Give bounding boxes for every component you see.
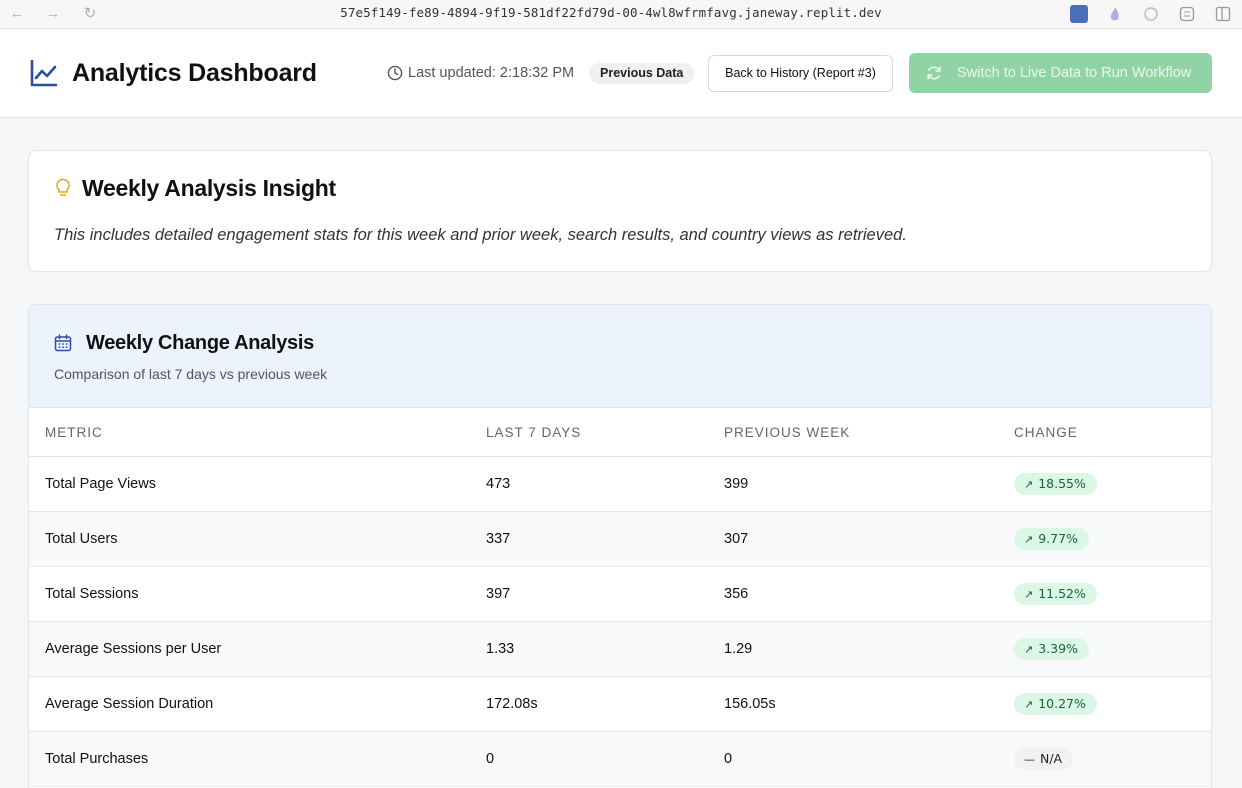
browser-toolbar: ← → ↻ 57e5f149-fe89-4894-9f19-581df22fd7…	[0, 0, 1242, 29]
change-badge: — N/A	[1014, 748, 1074, 770]
extension-flame-icon[interactable]	[1106, 5, 1124, 23]
change-badge: ↗ 11.52%	[1014, 583, 1097, 605]
change-value: 3.39%	[1038, 641, 1078, 656]
app-header: Analytics Dashboard Last updated: 2:18:3…	[0, 29, 1242, 118]
insight-card: Weekly Analysis Insight This includes de…	[28, 150, 1212, 272]
last-7-days-value: 473	[486, 476, 511, 492]
table-row: Average Sessions per User 1.33 1.29 ↗ 3.39%	[29, 622, 1211, 677]
trending-up-icon: ↗	[1024, 643, 1034, 656]
table-row: Total Page Views 473 399 ↗ 18.55%	[29, 457, 1211, 512]
metric-name: Average Session Duration	[45, 696, 214, 712]
calendar-icon	[54, 334, 72, 352]
insight-text: This includes detailed engagement stats …	[54, 226, 907, 244]
lightbulb-icon	[56, 178, 70, 196]
previous-week-value: 0	[724, 751, 733, 767]
column-header-last-7-days: LAST 7 DAYS	[486, 425, 582, 440]
table-row: Average Session Duration 172.08s 156.05s ↗ 1…	[29, 677, 1211, 732]
change-badge: ↗ 3.39%	[1014, 638, 1089, 660]
metric-name: Total Sessions	[45, 586, 139, 602]
previous-week-value: 307	[724, 531, 749, 547]
sidebar-toggle-icon[interactable]	[1214, 5, 1232, 23]
page-title: Analytics Dashboard	[72, 59, 317, 87]
last-7-days-value: 0	[486, 751, 495, 767]
minus-icon: —	[1024, 753, 1035, 766]
address-bar-url[interactable]: 57e5f149-fe89-4894-9f19-581df22fd79d-00-…	[0, 5, 1222, 20]
clock-icon	[387, 65, 403, 81]
table-row: Total Purchases 0 0 — N/A	[29, 732, 1211, 787]
extension-sync-icon[interactable]	[1142, 5, 1160, 23]
trending-up-icon: ↗	[1024, 478, 1034, 491]
last-7-days-value: 1.33	[486, 641, 515, 657]
previous-week-value: 1.29	[724, 641, 753, 657]
table-row: Total Users 337 307 ↗ 9.77%	[29, 512, 1211, 567]
insight-title: Weekly Analysis Insight	[82, 175, 336, 201]
trending-up-icon: ↗	[1024, 698, 1034, 711]
metric-name: Average Sessions per User	[45, 641, 222, 657]
change-value: N/A	[1040, 751, 1063, 766]
switch-to-live-button[interactable]: Switch to Live Data to Run Workflow	[909, 53, 1212, 93]
column-header-change: CHANGE	[1014, 425, 1078, 440]
last-7-days-value: 337	[486, 531, 511, 547]
metric-name: Total Purchases	[45, 751, 149, 767]
table-row: Total Sessions 397 356 ↗ 11.52%	[29, 567, 1211, 622]
weekly-change-card: Weekly Change Analysis Comparison of las…	[28, 304, 1212, 788]
change-value: 11.52%	[1038, 586, 1086, 601]
refresh-icon	[927, 66, 941, 80]
last-7-days-value: 172.08s	[486, 696, 538, 712]
previous-week-value: 399	[724, 476, 749, 492]
change-badge: ↗ 9.77%	[1014, 528, 1089, 550]
line-chart-icon	[30, 59, 58, 87]
change-value: 18.55%	[1038, 476, 1086, 491]
change-badge: ↗ 18.55%	[1014, 473, 1097, 495]
change-value: 10.27%	[1038, 696, 1086, 711]
weekly-subtitle: Comparison of last 7 days vs previous we…	[54, 366, 328, 382]
previous-week-value: 356	[724, 586, 749, 602]
metric-name: Total Users	[45, 531, 118, 547]
last-7-days-value: 397	[486, 586, 511, 602]
extension-icon[interactable]	[1070, 5, 1088, 23]
last-updated-text: Last updated: 2:18:32 PM	[408, 65, 575, 81]
weekly-title: Weekly Change Analysis	[86, 332, 314, 354]
change-value: 9.77%	[1038, 531, 1078, 546]
weekly-card-header: Weekly Change Analysis Comparison of las…	[29, 305, 1211, 408]
trending-up-icon: ↗	[1024, 533, 1034, 546]
metric-name: Total Page Views	[45, 476, 156, 492]
trending-up-icon: ↗	[1024, 588, 1034, 601]
back-to-history-button[interactable]: Back to History (Report #3)	[708, 55, 893, 92]
extension-settings-icon[interactable]	[1178, 5, 1196, 23]
previous-week-value: 156.05s	[724, 696, 776, 712]
change-badge: ↗ 10.27%	[1014, 693, 1097, 715]
column-header-previous-week: PREVIOUS WEEK	[724, 425, 851, 440]
data-source-badge: Previous Data	[589, 63, 695, 84]
column-header-metric: METRIC	[45, 425, 103, 440]
